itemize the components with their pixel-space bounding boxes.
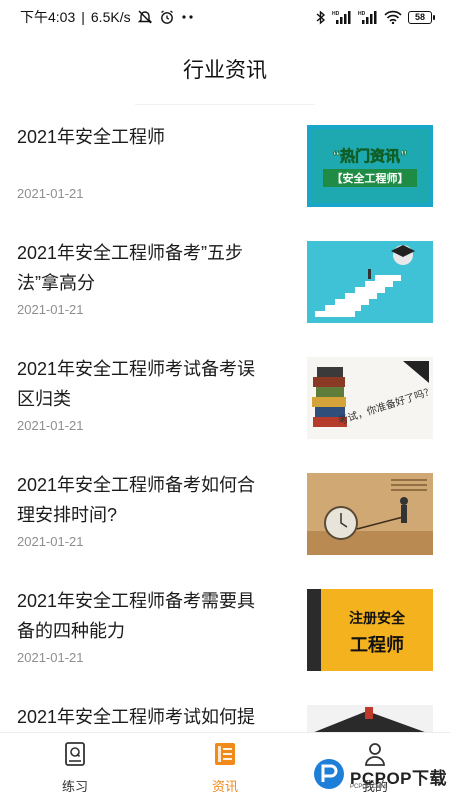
news-title: 2021年安全工程师备考需要具备的四种能力	[17, 591, 256, 641]
page-title: 行业资讯	[183, 59, 267, 82]
status-bar: 下午4:03 | 6.5K/s HD HD 58	[0, 0, 450, 34]
tab-news[interactable]: 资讯	[165, 733, 285, 795]
more-dots-icon	[181, 14, 195, 20]
signal-hd-icon: HD	[332, 10, 352, 24]
battery-level: 58	[414, 12, 425, 22]
book-icon	[64, 741, 86, 772]
status-right: HD HD 58	[316, 9, 435, 25]
thumb-text: 注册安全	[349, 610, 406, 626]
battery-icon: 58	[408, 10, 435, 24]
news-thumbnail: “热门资讯” 【安全工程师】	[307, 125, 433, 207]
news-item[interactable]: 2021年安全工程师备考需要具备的四种能力 2021-01-21 注册安全 工程…	[0, 572, 450, 688]
news-date: 2021-01-21	[17, 302, 84, 317]
bluetooth-icon	[316, 9, 326, 25]
news-item[interactable]: 2021年安全工程师考试备考误区归类 2021-01-21 考试，你准备好了吗？	[0, 340, 450, 456]
news-title: 2021年安全工程师备考”五步法”拿高分	[17, 243, 244, 293]
svg-text:HD: HD	[358, 11, 366, 17]
tab-label: 资讯	[211, 779, 238, 794]
news-date: 2021-01-21	[17, 650, 84, 665]
alarm-icon	[159, 9, 175, 25]
header-divider	[135, 104, 315, 105]
network-speed: 6.5K/s	[90, 9, 131, 25]
signal-hd-icon: HD	[358, 10, 378, 24]
mute-icon	[137, 9, 153, 25]
news-item[interactable]: 2021年安全工程师备考”五步法”拿高分 2021-01-21	[0, 224, 450, 340]
watermark-subtext: PCPOP.COM	[350, 784, 386, 790]
news-icon	[213, 741, 237, 772]
thumb-text: 工程师	[350, 634, 404, 655]
thumb-text: “热门资讯”	[332, 147, 407, 165]
status-time: 下午4:03	[20, 9, 76, 25]
news-title: 2021年安全工程师考试如何提	[17, 707, 256, 727]
news-title: 2021年安全工程师备考如何合理安排时间?	[17, 475, 256, 525]
news-thumbnail	[307, 473, 433, 555]
tab-label: 练习	[61, 779, 88, 794]
news-date: 2021-01-21	[17, 186, 84, 201]
pcpop-logo-icon	[312, 757, 346, 796]
wifi-icon	[384, 10, 402, 24]
thumb-text: 【安全工程师】	[332, 171, 409, 185]
news-thumbnail: 考试，你准备好了吗？	[307, 357, 433, 439]
news-list: 2021年安全工程师 2021-01-21 “热门资讯” 【安全工程师】 202…	[0, 108, 450, 804]
news-item[interactable]: 2021年安全工程师备考如何合理安排时间? 2021-01-21	[0, 456, 450, 572]
news-thumbnail: 注册安全 工程师	[307, 589, 433, 671]
news-date: 2021-01-21	[17, 418, 84, 433]
watermark: PCPOP下载 PCPOP.COM	[312, 756, 448, 796]
news-title: 2021年安全工程师考试备考误区归类	[17, 359, 256, 409]
tab-practice[interactable]: 练习	[15, 733, 135, 795]
status-left: 下午4:03 | 6.5K/s	[20, 7, 195, 27]
news-thumbnail	[307, 241, 433, 323]
status-separator: |	[81, 9, 85, 25]
svg-text:HD: HD	[332, 11, 340, 17]
news-item[interactable]: 2021年安全工程师 2021-01-21 “热门资讯” 【安全工程师】	[0, 108, 450, 224]
news-title: 2021年安全工程师	[17, 127, 166, 147]
news-date: 2021-01-21	[17, 534, 84, 549]
